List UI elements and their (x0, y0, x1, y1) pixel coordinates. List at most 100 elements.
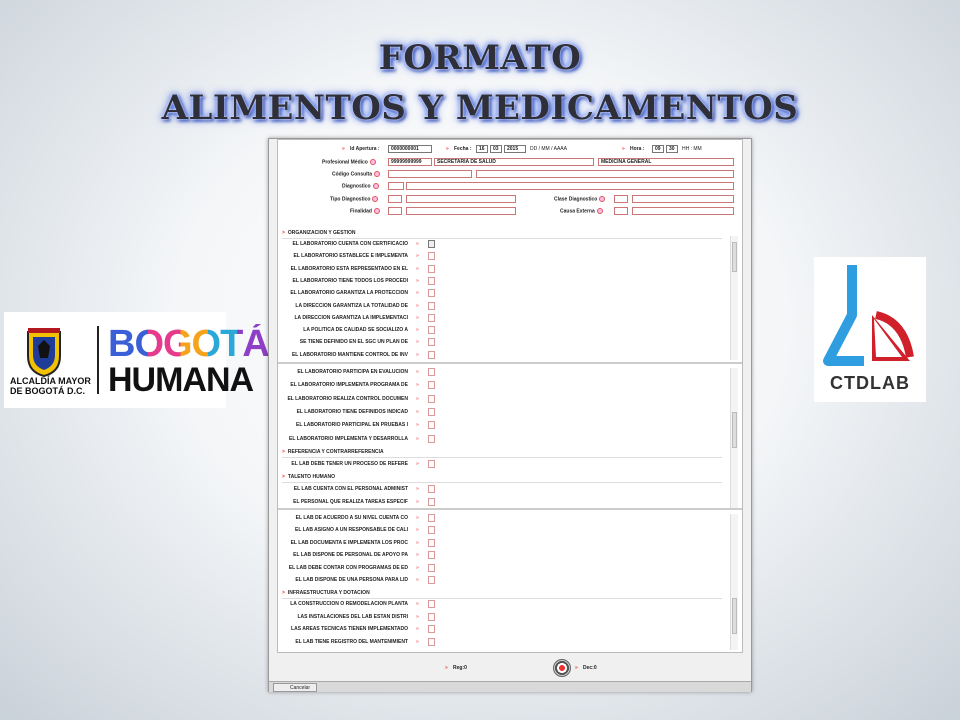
arrow-icon: » (416, 395, 419, 402)
arrow-icon: » (416, 435, 419, 442)
diagnostico-code-field[interactable] (388, 182, 404, 190)
answer-checkbox[interactable] (428, 252, 435, 261)
answer-checkbox[interactable] (428, 368, 435, 376)
question-label: EL LAB CUENTA CON EL PERSONAL ADMINIST (293, 486, 408, 493)
answer-checkbox[interactable] (428, 240, 435, 248)
checklist-row: EL PERSONAL QUE REALIZA TAREAS ESPECIF » (278, 498, 718, 508)
answer-checkbox[interactable] (428, 421, 435, 430)
diagnostico-label: Diagnostico (342, 183, 379, 189)
checklist-row: EL LABORATORIO TIENE TODOS LOS PROCEDI » (278, 276, 718, 287)
answer-checkbox[interactable] (428, 276, 435, 285)
causa-externa-code-field[interactable] (614, 207, 628, 215)
answer-checkbox[interactable] (428, 459, 435, 468)
fecha-month-field[interactable]: 03 (490, 145, 502, 153)
answer-checkbox[interactable] (428, 407, 435, 416)
profesional-entity-field[interactable]: SECRETARIA DE SALUD (434, 158, 594, 166)
question-label: LA CONSTRUCCION O REMODELACION PLANTA (290, 601, 408, 608)
profesional-specialty-field[interactable]: MEDICINA GENERAL (598, 158, 734, 166)
answer-checkbox[interactable] (428, 350, 435, 359)
scroll-thumb[interactable] (732, 242, 737, 272)
codigo-consulta-desc-field[interactable] (476, 170, 734, 178)
answer-checkbox[interactable] (428, 289, 435, 298)
scrollbar[interactable] (730, 514, 738, 650)
tipo-diagnostico-desc-field[interactable] (406, 195, 516, 203)
answer-checkbox[interactable] (428, 313, 435, 322)
finalidad-code-field[interactable] (388, 207, 402, 215)
hora-hour-field[interactable]: 09 (652, 145, 664, 153)
causa-externa-desc-field[interactable] (632, 207, 734, 215)
checklist-row: LAS AREAS TECNICAS TIENEN IMPLEMENTADO » (278, 625, 718, 635)
answer-checkbox[interactable] (428, 485, 435, 494)
fecha-year-field[interactable]: 2015 (504, 145, 526, 153)
answer-checkbox[interactable] (428, 563, 435, 572)
section-title: > ORGANIZACION Y GESTION (282, 230, 356, 236)
answer-checkbox[interactable] (428, 301, 435, 310)
answer-checkbox[interactable] (428, 338, 435, 347)
id-apertura-label: Id Apertura : (350, 146, 380, 152)
arrow-icon: » (416, 577, 419, 583)
answer-checkbox[interactable] (428, 264, 435, 273)
record-button[interactable] (553, 659, 571, 677)
checklist-row: SE TIENE DEFINIDO EN EL SGC UN PLAN DE » (278, 338, 718, 348)
checklist-row: EL LAB CUENTA CON EL PERSONAL ADMINIST » (278, 485, 718, 495)
arrow-icon: » (416, 351, 419, 358)
answer-checkbox[interactable] (428, 612, 435, 621)
arrow-icon: » (416, 539, 419, 546)
arrow-icon: » (416, 369, 419, 375)
id-apertura-field[interactable]: 0000000001 (388, 145, 432, 153)
scrollbar[interactable] (730, 236, 738, 360)
checklist-row: EL LAB DOCUMENTA E IMPLEMENTA LOS PROC » (278, 538, 718, 549)
checklist-row: LA CONSTRUCCION O REMODELACION PLANTA » (278, 600, 718, 610)
section-divider (282, 598, 722, 600)
ctdlab-logo: CTDLAB (814, 257, 926, 402)
answer-checkbox[interactable] (428, 434, 435, 443)
codigo-consulta-field[interactable] (388, 170, 472, 178)
diagnostico-desc-field[interactable] (406, 182, 734, 190)
arrow-icon: » (416, 408, 419, 415)
answer-checkbox[interactable] (428, 326, 435, 335)
answer-checkbox[interactable] (428, 551, 435, 560)
profesional-id-field[interactable]: 99999999999 (388, 158, 432, 166)
cancel-button[interactable]: Cancelar (273, 683, 317, 692)
question-label: EL LAB ASIGNO A UN RESPONSABLE DE CALI (295, 527, 408, 534)
fecha-day-field[interactable]: 16 (476, 145, 488, 153)
required-icon (374, 171, 380, 177)
arrow-icon: > (282, 474, 285, 481)
question-label: EL LABORATORIO CUENTA CON CERTIFICACIO (292, 241, 408, 247)
hora-minute-field[interactable]: 30 (666, 145, 678, 153)
arrow-icon: » (416, 314, 419, 321)
scroll-thumb[interactable] (732, 412, 737, 448)
answer-checkbox[interactable] (428, 625, 435, 634)
answer-checkbox[interactable] (428, 637, 435, 646)
scrollbar[interactable] (730, 368, 738, 508)
finalidad-desc-field[interactable] (406, 207, 516, 215)
answer-checkbox[interactable] (428, 600, 435, 609)
arrow-icon: » (416, 327, 419, 334)
fecha-format-hint: DD / MM / AAAA (530, 146, 567, 152)
section-divider (282, 238, 722, 239)
answer-checkbox[interactable] (428, 514, 435, 522)
answer-checkbox[interactable] (428, 394, 435, 403)
answer-checkbox[interactable] (428, 381, 435, 390)
tipo-diagnostico-code-field[interactable] (388, 195, 402, 203)
arrow-icon: > (282, 590, 285, 597)
answer-checkbox[interactable] (428, 498, 435, 507)
codigo-consulta-label: Código Consulta (332, 171, 380, 177)
checklist-row: EL LABORATORIO REALIZA CONTROL DOCUMEN » (278, 394, 718, 405)
checklist-row: EL LABORATORIO PARTICIPA EN EVALUCION » (278, 368, 718, 378)
answer-checkbox[interactable] (428, 526, 435, 535)
question-label: SE TIENE DEFINIDO EN EL SGC UN PLAN DE (299, 339, 408, 346)
question-label: EL LAB DISPONE DE UNA PERSONA PARA LID (295, 577, 408, 583)
question-label: EL LABORATORIO IMPLEMENTA Y DESARROLLA (289, 435, 408, 442)
scroll-thumb[interactable] (732, 598, 737, 634)
clase-diagnostico-code-field[interactable] (614, 195, 628, 203)
question-label: EL LAB DEBE TENER UN PROCESO DE REFERE (291, 460, 408, 467)
arrow-icon: » (416, 613, 419, 620)
checklist-row: EL LABORATORIO ESTABLECE E IMPLEMENTA » (278, 252, 718, 262)
question-label: EL LABORATORIO IMPLEMENTA PROGRAMA DE (290, 382, 408, 389)
clase-diagnostico-desc-field[interactable] (632, 195, 734, 203)
answer-checkbox[interactable] (428, 576, 435, 584)
answer-checkbox[interactable] (428, 538, 435, 547)
required-icon (599, 196, 606, 202)
humana-brand-text: HUMANA (108, 361, 254, 399)
